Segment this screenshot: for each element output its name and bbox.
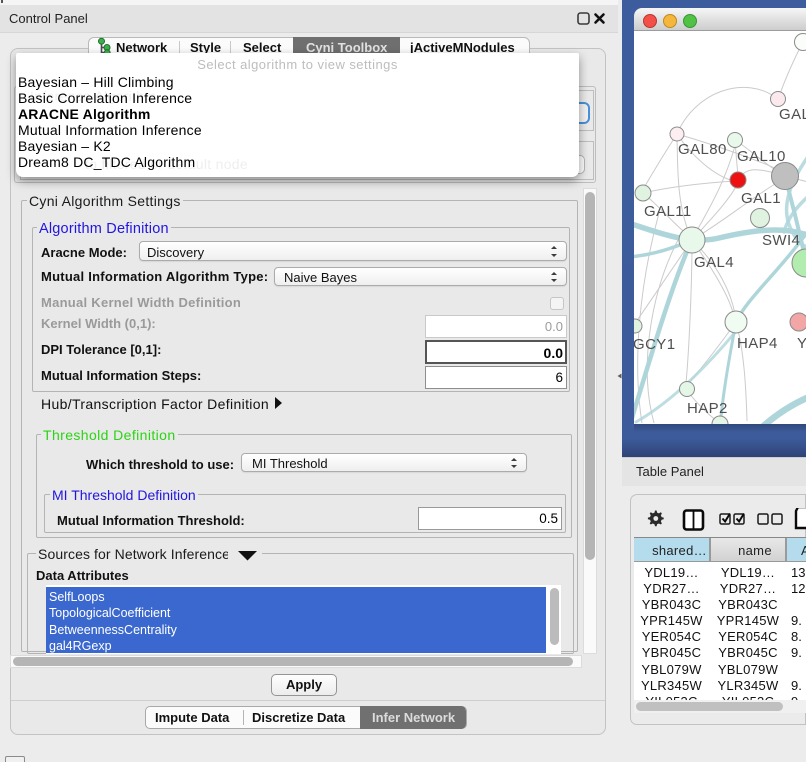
svg-text:HAP4: HAP4 xyxy=(737,335,778,352)
svg-text:GAL80: GAL80 xyxy=(678,141,727,158)
svg-text:GAL4: GAL4 xyxy=(694,254,734,271)
svg-text:GCY1: GCY1 xyxy=(634,336,675,353)
svg-text:HAP2: HAP2 xyxy=(687,400,728,417)
svg-text:SWI4: SWI4 xyxy=(762,232,800,249)
svg-text:GAL7: GAL7 xyxy=(779,106,806,123)
svg-text:YE: YE xyxy=(797,335,806,352)
svg-text:GAL10: GAL10 xyxy=(737,148,786,165)
svg-text:GAL11: GAL11 xyxy=(644,203,692,220)
svg-text:GAL1: GAL1 xyxy=(741,190,781,207)
